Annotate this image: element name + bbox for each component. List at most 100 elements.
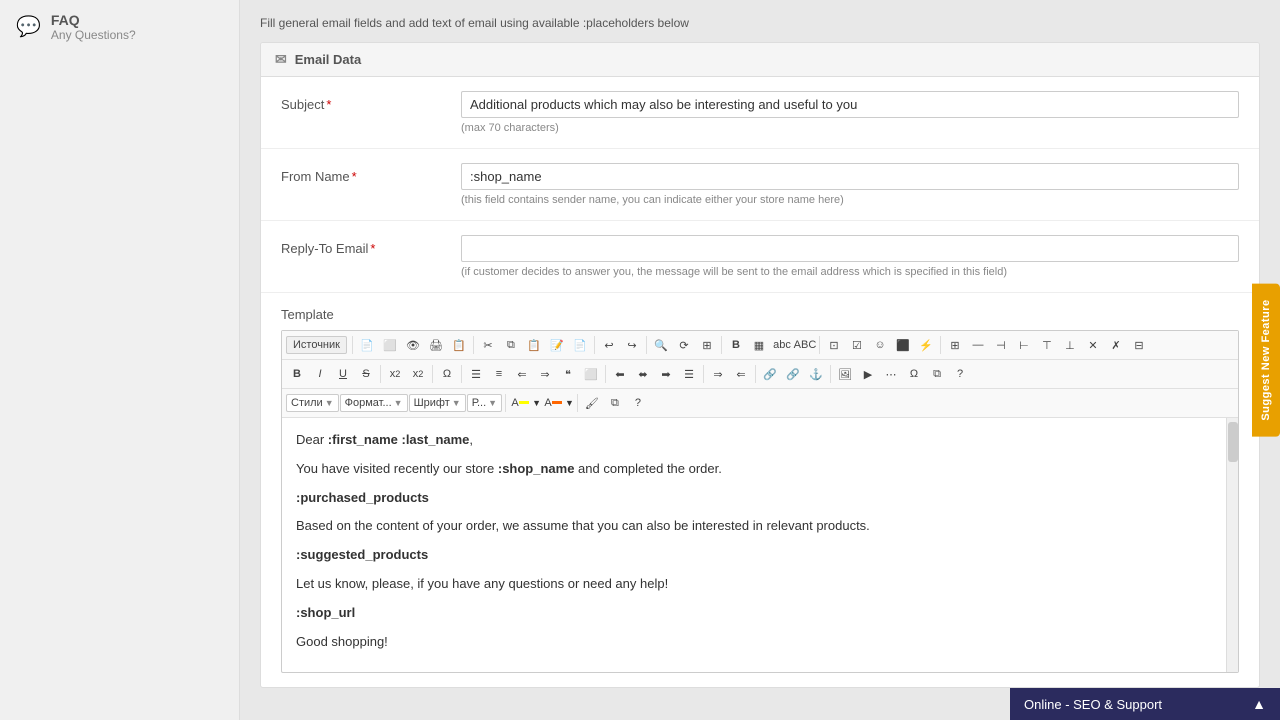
subject-hint: (max 70 characters)	[461, 122, 1239, 134]
online-seo-bar[interactable]: Online - SEO & Support ▲	[1010, 688, 1280, 720]
size-dropdown[interactable]: Р... ▼	[467, 394, 502, 412]
tb-omega[interactable]: Ω	[903, 363, 925, 385]
tb-strikethrough[interactable]: S	[355, 363, 377, 385]
tb-symbol1[interactable]: ⊡	[823, 334, 845, 356]
tb-paste-text[interactable]: 📝	[546, 334, 568, 356]
reply-to-section: Reply-To Email* (if customer decides to …	[261, 221, 1259, 293]
tb-question[interactable]: ?	[949, 363, 971, 385]
tb-horiz[interactable]: —	[967, 334, 989, 356]
tb-copy[interactable]: ⧉	[500, 334, 522, 356]
tb-bullet-list[interactable]: ☰	[465, 363, 487, 385]
source-button[interactable]: Источник	[286, 336, 347, 354]
faq-title: FAQ	[51, 12, 136, 28]
tb-selectall[interactable]: ⊞	[696, 334, 718, 356]
tb-del-col[interactable]: ✕	[1082, 334, 1104, 356]
tb-superscript[interactable]: x2	[407, 363, 429, 385]
tb-image[interactable]: 🖼	[834, 363, 856, 385]
tb-help[interactable]: ?	[627, 392, 649, 414]
tb-abc2[interactable]: ABC	[794, 334, 816, 356]
tb-find-replace[interactable]: ⟳	[673, 334, 695, 356]
tb-align-center[interactable]: ⬌	[632, 363, 654, 385]
tb-show-blocks[interactable]: ▦	[748, 334, 770, 356]
subject-field-wrapper: (max 70 characters)	[461, 91, 1239, 134]
tb-align-right[interactable]: ➡	[655, 363, 677, 385]
subject-input[interactable]	[461, 91, 1239, 118]
tb-bg-color[interactable]: A	[542, 392, 564, 414]
tb-italic[interactable]: I	[309, 363, 331, 385]
tb-cut[interactable]: ✂	[477, 334, 499, 356]
content-line6: Let us know, please, if you have any que…	[296, 574, 1224, 595]
tb-subscript[interactable]: x2	[384, 363, 406, 385]
tb-text-color-arrow[interactable]: ▼	[532, 398, 541, 408]
tb-paste-word[interactable]: 📄	[569, 334, 591, 356]
font-dropdown[interactable]: Шрифт ▼	[409, 394, 466, 412]
tb-del-row[interactable]: ✗	[1105, 334, 1127, 356]
tb-table[interactable]: ⊞	[944, 334, 966, 356]
email-data-header: ✉ Email Data	[261, 43, 1259, 77]
suggest-feature-button[interactable]: Suggest New Feature	[1252, 283, 1280, 436]
tb-unlink[interactable]: 🔗	[782, 363, 804, 385]
from-name-field-wrapper: (this field contains sender name, you ca…	[461, 163, 1239, 206]
subject-label: Subject*	[281, 91, 441, 112]
content-line5: :suggested_products	[296, 545, 1224, 566]
chevron-up-icon[interactable]: ▲	[1252, 696, 1266, 712]
tb-bold[interactable]: B	[286, 363, 308, 385]
tb-smiley[interactable]: ☺	[869, 334, 891, 356]
tb-ordered-list[interactable]: ≡	[488, 363, 510, 385]
toolbar-row-1: Источник 📄 ⬜ 👁 🖨 📋 ✂ ⧉ 📋 📝 📄 ↩ ↪	[282, 331, 1238, 360]
tb-more1[interactable]: ⋯	[880, 363, 902, 385]
styles-dropdown[interactable]: Стили ▼	[286, 394, 339, 412]
tb-align-left[interactable]: ⬅	[609, 363, 631, 385]
tb-templates[interactable]: ⬜	[379, 334, 401, 356]
tb-abc[interactable]: abc	[771, 334, 793, 356]
tb-indent[interactable]: ⇒	[534, 363, 556, 385]
tb-redo[interactable]: ↪	[621, 334, 643, 356]
format-dropdown[interactable]: Формат... ▼	[340, 394, 408, 412]
tb-text-color[interactable]: A	[509, 392, 531, 414]
tb-row-above[interactable]: ⊤	[1036, 334, 1058, 356]
from-name-input[interactable]	[461, 163, 1239, 190]
tb-row-below[interactable]: ⊥	[1059, 334, 1081, 356]
sidebar: 💬 FAQ Any Questions?	[0, 0, 240, 720]
editor-scrollbar[interactable]	[1226, 418, 1238, 672]
tb-print[interactable]: 🖨	[425, 334, 447, 356]
tb-undo[interactable]: ↩	[598, 334, 620, 356]
tb-creatediv[interactable]: ⬜	[580, 363, 602, 385]
tb-spellcheck[interactable]: 📋	[448, 334, 470, 356]
tb-underline[interactable]: U	[332, 363, 354, 385]
tb-copy-styles[interactable]: ⧉	[604, 392, 626, 414]
editor-content[interactable]: Dear :first_name :last_name, You have vi…	[282, 418, 1238, 672]
from-name-hint: (this field contains sender name, you ca…	[461, 194, 1239, 206]
online-seo-label: Online - SEO & Support	[1024, 697, 1162, 712]
tb-paste-styles[interactable]: 🖌	[581, 392, 603, 414]
reply-to-input[interactable]	[461, 235, 1239, 262]
tb-video[interactable]: ▶	[857, 363, 879, 385]
content-line2: You have visited recently our store :sho…	[296, 459, 1224, 480]
tb-anchor[interactable]: ⚓	[805, 363, 827, 385]
tb-bg-color-arrow[interactable]: ▼	[565, 398, 574, 408]
tb-removeformat[interactable]: Ω	[436, 363, 458, 385]
tb-rtl[interactable]: ⇐	[730, 363, 752, 385]
tb-merge[interactable]: ⊟	[1128, 334, 1150, 356]
tb-col-before[interactable]: ⊣	[990, 334, 1012, 356]
tb-bold2[interactable]: B	[725, 334, 747, 356]
tb-outdent[interactable]: ⇐	[511, 363, 533, 385]
tb-blockquote[interactable]: ❝	[557, 363, 579, 385]
tb-preview[interactable]: 👁	[402, 334, 424, 356]
email-icon: ✉	[275, 51, 287, 68]
tb-ltr[interactable]: ⇒	[707, 363, 729, 385]
tb-paste[interactable]: 📋	[523, 334, 545, 356]
tb-copy2[interactable]: ⧉	[926, 363, 948, 385]
tb-iframe[interactable]: ⬛	[892, 334, 914, 356]
sidebar-item-faq[interactable]: 💬 FAQ Any Questions?	[0, 0, 239, 54]
tb-new-doc[interactable]: 📄	[356, 334, 378, 356]
tb-align-justify[interactable]: ☰	[678, 363, 700, 385]
tb-link[interactable]: 🔗	[759, 363, 781, 385]
toolbar-row-3: Стили ▼ Формат... ▼ Шрифт ▼ Р... ▼	[282, 389, 1238, 418]
tb-find[interactable]: 🔍	[650, 334, 672, 356]
tb-col-after[interactable]: ⊢	[1013, 334, 1035, 356]
content-line3: :purchased_products	[296, 488, 1224, 509]
tb-flash[interactable]: ⚡	[915, 334, 937, 356]
editor-scroll-thumb	[1228, 422, 1238, 462]
tb-checkbox[interactable]: ☑	[846, 334, 868, 356]
